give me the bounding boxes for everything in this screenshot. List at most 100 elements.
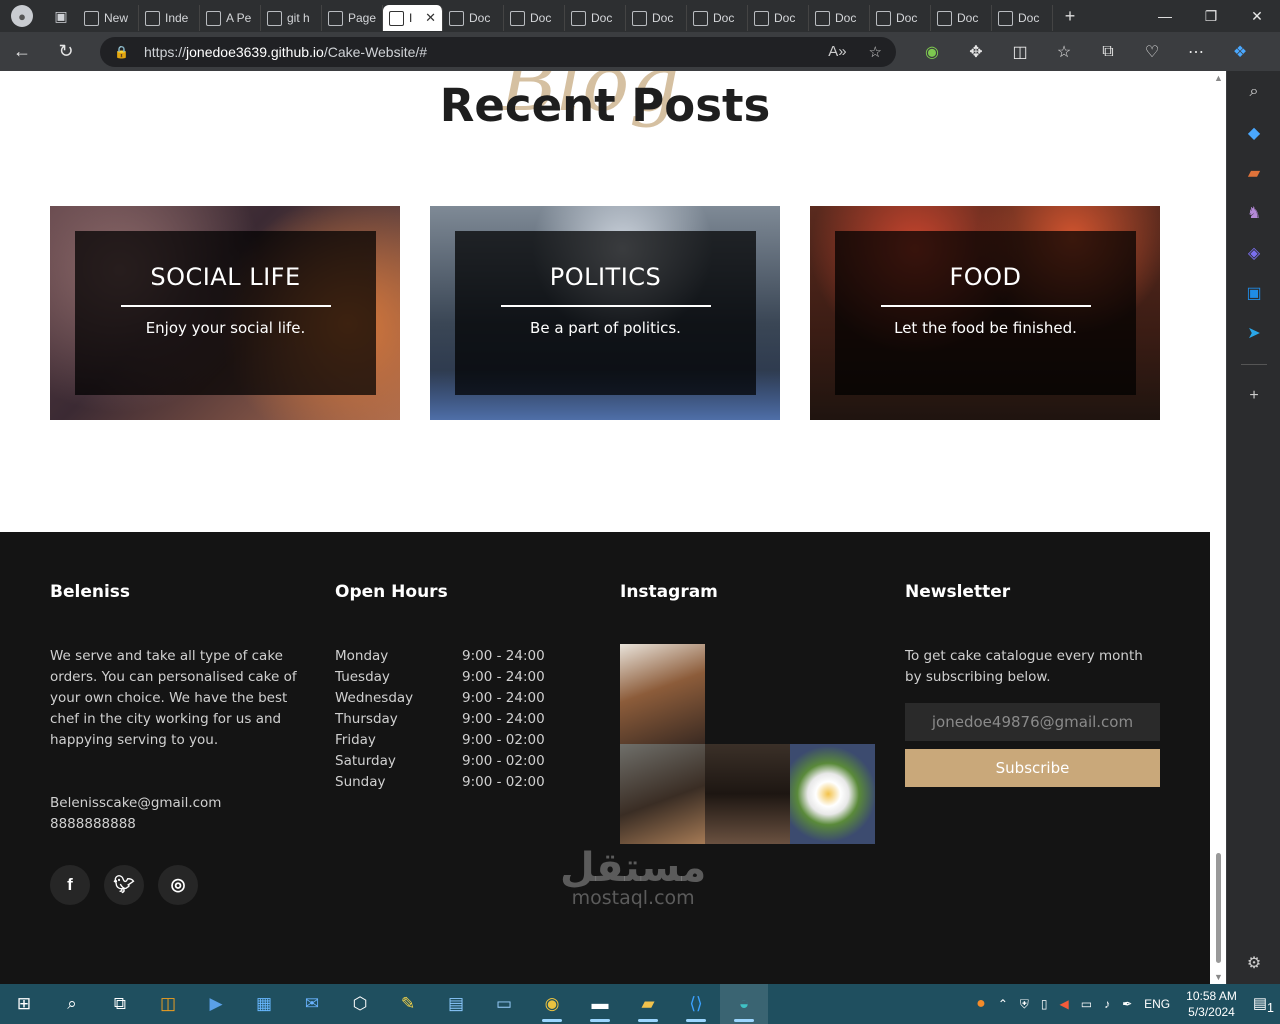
instagram-photo-food[interactable] <box>790 744 875 844</box>
pen-icon[interactable]: ✒ <box>1116 997 1138 1011</box>
instagram-photo-barista[interactable] <box>620 744 705 844</box>
paint-icon[interactable]: ✎ <box>384 984 432 1024</box>
card-text: Enjoy your social life. <box>145 319 306 337</box>
extensions-puzzle-icon[interactable]: ✥ <box>954 32 998 71</box>
page-scrollbar[interactable]: ▲ ▼ <box>1210 71 1226 984</box>
lock-icon[interactable]: 🔒 <box>114 45 134 59</box>
read-aloud-icon[interactable]: A» <box>828 43 846 61</box>
update-notification-icon[interactable]: ● <box>970 995 992 1013</box>
hours-time: 9:00 - 24:00 <box>462 711 545 727</box>
network-icon[interactable]: ▭ <box>1075 997 1098 1011</box>
task-view-icon[interactable]: ⧉ <box>96 984 144 1024</box>
windows-start-icon[interactable]: ⊞ <box>0 984 48 1024</box>
tab-actions-button[interactable]: ▣ <box>44 0 78 32</box>
tab[interactable]: Doc <box>992 5 1053 31</box>
tab[interactable]: Doc <box>687 5 748 31</box>
clock-time: 10:58 AM <box>1186 989 1237 1003</box>
tab[interactable]: Doc <box>504 5 565 31</box>
back-arrow-icon[interactable]: ← <box>0 32 44 71</box>
collections-icon[interactable]: ⧉ <box>1086 32 1130 71</box>
show-hidden-icons-chevron-icon[interactable]: ⌃ <box>992 997 1014 1011</box>
sandbox-icon[interactable]: ▤ <box>432 984 480 1024</box>
send-icon[interactable]: ➤ <box>1227 323 1280 343</box>
refresh-icon[interactable]: ↻ <box>44 32 88 71</box>
tab[interactable]: Doc <box>870 5 931 31</box>
tab[interactable]: Doc <box>931 5 992 31</box>
facebook-icon[interactable]: f <box>50 865 90 905</box>
tab[interactable]: A Pe <box>200 5 261 31</box>
instagram-photo-cafe[interactable] <box>620 644 705 744</box>
games-icon[interactable]: ♞ <box>1227 203 1280 223</box>
tab[interactable]: New <box>78 5 139 31</box>
tab[interactable]: Doc <box>626 5 687 31</box>
clock[interactable]: 10:58 AM 5/3/2024 <box>1176 988 1247 1020</box>
split-screen-icon[interactable]: ◫ <box>998 32 1042 71</box>
volume-icon[interactable]: ♪ <box>1098 997 1116 1011</box>
hours-row: Friday 9:00 - 02:00 <box>335 730 555 751</box>
tab-active[interactable]: I ✕ <box>383 5 443 31</box>
address-bar[interactable]: 🔒 https://jonedoe3639.github.io/Cake-Web… <box>100 36 896 67</box>
file-explorer-icon[interactable]: ▰ <box>624 984 672 1024</box>
device-icon[interactable]: ▯ <box>1035 997 1054 1011</box>
footer-email[interactable]: Belenisscake@gmail.com <box>50 793 221 814</box>
taskbar-app-icon[interactable]: ◫ <box>144 984 192 1024</box>
tab[interactable]: Doc <box>565 5 626 31</box>
window-app-icon[interactable]: ▭ <box>480 984 528 1024</box>
newsletter-email-input[interactable] <box>905 703 1160 741</box>
outlook-icon[interactable]: ▣ <box>1227 283 1280 303</box>
watermark-arabic: مستقل <box>560 845 707 891</box>
blog-card-food[interactable]: FOOD Let the food be finished. <box>810 206 1160 420</box>
copilot-icon[interactable]: ❖ <box>1218 32 1262 71</box>
favorites-icon[interactable]: ☆ <box>1042 32 1086 71</box>
url-text[interactable]: https://jonedoe3639.github.io/Cake-Websi… <box>144 44 427 60</box>
notifications-icon[interactable]: ▤1 <box>1247 994 1280 1015</box>
footer-phone[interactable]: 8888888888 <box>50 814 221 835</box>
store-icon[interactable]: ▦ <box>240 984 288 1024</box>
tab[interactable]: git h <box>261 5 322 31</box>
minimize-icon[interactable]: — <box>1142 0 1188 32</box>
new-tab-plus-icon[interactable]: + <box>1053 6 1087 27</box>
search-icon <box>267 10 282 26</box>
scrollbar-thumb[interactable] <box>1216 853 1221 963</box>
tab[interactable]: Inde <box>139 5 200 31</box>
favorite-star-icon[interactable]: ☆ <box>869 43 882 61</box>
language-indicator[interactable]: ENG <box>1138 997 1176 1011</box>
twitter-icon[interactable]: 🐦︎ <box>104 865 144 905</box>
subscribe-button[interactable]: Subscribe <box>905 749 1160 787</box>
chrome-icon[interactable]: ◉ <box>528 984 576 1024</box>
tools-briefcase-icon[interactable]: ▰ <box>1227 163 1280 183</box>
tab[interactable]: Doc <box>748 5 809 31</box>
speaker-icon[interactable]: ◀ <box>1054 997 1075 1011</box>
search-icon[interactable]: ⌕ <box>1227 83 1280 101</box>
restore-icon[interactable]: ❐ <box>1188 0 1234 32</box>
close-window-icon[interactable]: ✕ <box>1234 0 1280 32</box>
more-menu-icon[interactable]: ⋯ <box>1174 32 1218 71</box>
sidebar-settings-gear-icon[interactable]: ⚙ <box>1227 953 1280 973</box>
close-tab-icon[interactable]: ✕ <box>425 10 436 26</box>
blog-card-politics[interactable]: POLITICS Be a part of politics. <box>430 206 780 420</box>
scroll-down-arrow-icon[interactable]: ▼ <box>1214 972 1223 982</box>
instagram-photo-bottles[interactable] <box>705 744 790 844</box>
vscode-icon[interactable]: ⟨⟩ <box>672 984 720 1024</box>
copilot-sidebar-icon[interactable]: ◈ <box>1227 243 1280 263</box>
open-hours-heading: Open Hours <box>335 582 448 602</box>
taskbar-search-icon[interactable]: ⌕ <box>48 984 96 1024</box>
tab[interactable]: Doc <box>443 5 504 31</box>
profile-button[interactable]: ● <box>0 0 44 32</box>
tab[interactable]: Doc <box>809 5 870 31</box>
add-sidebar-app-plus-icon[interactable]: + <box>1227 387 1280 405</box>
page-icon <box>998 10 1013 26</box>
shopping-tag-icon[interactable]: ◆ <box>1227 123 1280 143</box>
security-icon[interactable]: ⛨ <box>1014 997 1035 1012</box>
tab[interactable]: Page <box>322 5 383 31</box>
edge-browser-icon[interactable]: ◒ <box>720 984 768 1024</box>
powershell-icon[interactable]: ▶ <box>192 984 240 1024</box>
mail-icon[interactable]: ✉ <box>288 984 336 1024</box>
scroll-up-arrow-icon[interactable]: ▲ <box>1214 73 1223 83</box>
terminal-icon[interactable]: ▬ <box>576 984 624 1024</box>
3d-cube-icon[interactable]: ⬡ <box>336 984 384 1024</box>
extension-color-icon[interactable]: ◉ <box>910 32 954 71</box>
instagram-icon[interactable]: ◎ <box>158 865 198 905</box>
blog-card-social-life[interactable]: SOCIAL LIFE Enjoy your social life. <box>50 206 400 420</box>
browser-essentials-icon[interactable]: ♡ <box>1130 32 1174 71</box>
